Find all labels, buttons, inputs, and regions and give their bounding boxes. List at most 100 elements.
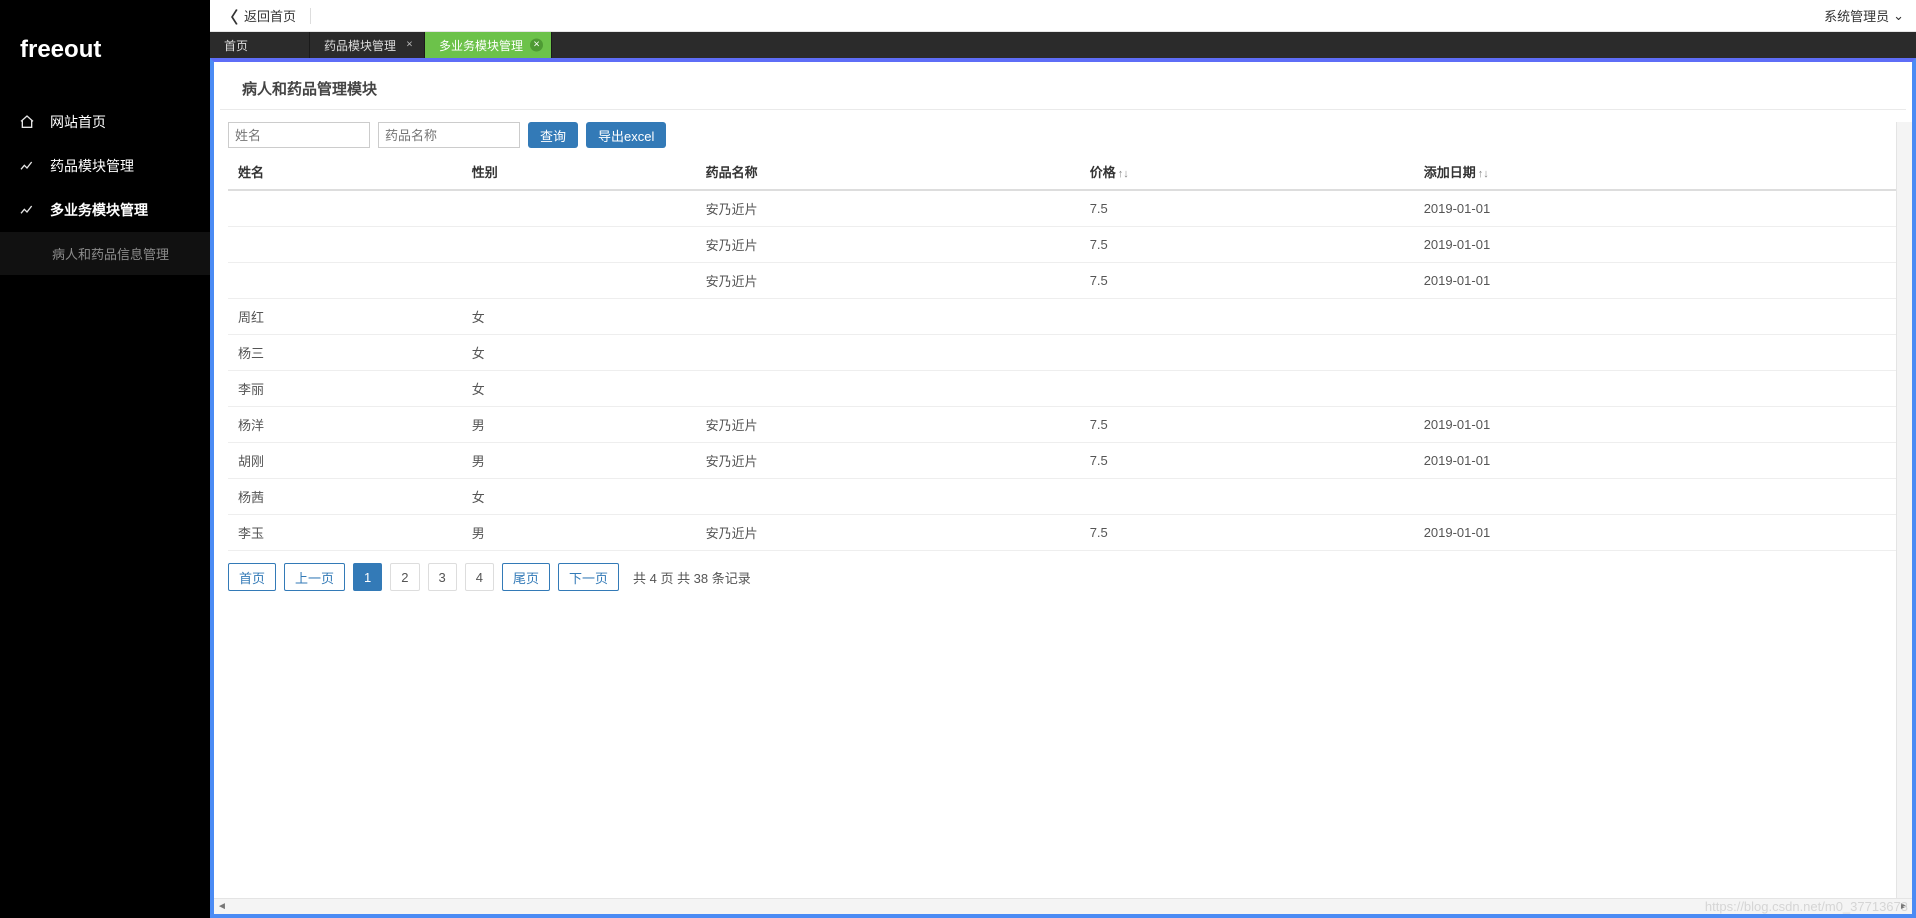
cell-name: 胡刚 <box>228 443 462 479</box>
close-icon[interactable]: × <box>403 39 416 52</box>
cell-drug: 安乃近片 <box>696 190 1080 227</box>
cell-gender: 女 <box>462 371 696 407</box>
tab-label: 首页 <box>224 37 248 54</box>
table-row[interactable]: 杨洋男安乃近片7.52019-01-01 <box>228 407 1898 443</box>
scroll-right-icon[interactable]: ► <box>1896 899 1912 915</box>
cell-name <box>228 227 462 263</box>
table-row[interactable]: 杨三女 <box>228 335 1898 371</box>
col-name: 姓名 <box>228 154 462 190</box>
chart-icon <box>18 157 36 175</box>
tab-home[interactable]: 首页 <box>210 32 310 58</box>
cell-date: 2019-01-01 <box>1414 263 1898 299</box>
cell-drug: 安乃近片 <box>696 227 1080 263</box>
cell-gender: 男 <box>462 443 696 479</box>
sidebar-item-multi[interactable]: 多业务模块管理 <box>0 188 210 232</box>
table-row[interactable]: 胡刚男安乃近片7.52019-01-01 <box>228 443 1898 479</box>
page-last-button[interactable]: 尾页 <box>502 563 550 591</box>
table-row[interactable]: 李丽女 <box>228 371 1898 407</box>
cell-date: 2019-01-01 <box>1414 227 1898 263</box>
table-row[interactable]: 周红女 <box>228 299 1898 335</box>
col-price[interactable]: 价格↑↓ <box>1080 154 1414 190</box>
filter-row: 查询 导出excel <box>228 122 1898 148</box>
cell-drug: 安乃近片 <box>696 515 1080 551</box>
cell-name <box>228 263 462 299</box>
page-next-button[interactable]: 下一页 <box>558 563 619 591</box>
sidebar-nav: 网站首页 药品模块管理 多业务模块管理 病人和药品信息管理 <box>0 100 210 275</box>
content-frame: 病人和药品管理模块 查询 导出excel 姓名 性别 药品名称 <box>210 58 1916 918</box>
divider <box>310 8 311 24</box>
sidebar-subitem-label: 病人和药品信息管理 <box>52 244 169 263</box>
export-excel-button[interactable]: 导出excel <box>586 122 666 148</box>
module-title: 病人和药品管理模块 <box>220 62 1906 110</box>
cell-name: 李丽 <box>228 371 462 407</box>
cell-date <box>1414 479 1898 515</box>
cell-price <box>1080 335 1414 371</box>
close-icon[interactable]: × <box>530 39 543 52</box>
scroll-left-icon[interactable]: ◄ <box>214 899 230 915</box>
cell-drug: 安乃近片 <box>696 443 1080 479</box>
drug-input[interactable] <box>378 122 520 148</box>
tab-drug[interactable]: 药品模块管理 × <box>310 32 425 58</box>
cell-gender: 男 <box>462 407 696 443</box>
horizontal-scrollbar[interactable]: ◄ ► <box>214 898 1912 914</box>
table-row[interactable]: 安乃近片7.52019-01-01 <box>228 227 1898 263</box>
sort-arrows-icon: ↑↓ <box>1478 168 1489 180</box>
main-area: 〈 返回首页 系统管理员 ⌄ 首页 药品模块管理 × 多业务模块管理 × 病人和… <box>210 0 1916 918</box>
page-number-2[interactable]: 2 <box>390 563 419 591</box>
cell-gender <box>462 190 696 227</box>
tab-multi[interactable]: 多业务模块管理 × <box>425 32 552 58</box>
cell-gender: 女 <box>462 299 696 335</box>
cell-name: 杨三 <box>228 335 462 371</box>
cell-date: 2019-01-01 <box>1414 190 1898 227</box>
chart-icon <box>18 201 36 219</box>
page-prev-button[interactable]: 上一页 <box>284 563 345 591</box>
cell-gender: 女 <box>462 335 696 371</box>
user-menu[interactable]: 系统管理员 ⌄ <box>1824 6 1904 25</box>
cell-date: 2019-01-01 <box>1414 407 1898 443</box>
name-input[interactable] <box>228 122 370 148</box>
cell-drug <box>696 299 1080 335</box>
scroll-track[interactable] <box>230 899 1896 914</box>
page-first-button[interactable]: 首页 <box>228 563 276 591</box>
cell-price <box>1080 371 1414 407</box>
page-summary: 共 4 页 共 38 条记录 <box>633 568 751 587</box>
tab-label: 多业务模块管理 <box>439 37 523 54</box>
cell-price: 7.5 <box>1080 190 1414 227</box>
page-number-3[interactable]: 3 <box>428 563 457 591</box>
home-icon <box>18 113 36 131</box>
chevron-left-icon[interactable]: 〈 <box>222 4 238 28</box>
cell-price: 7.5 <box>1080 443 1414 479</box>
table-header-row: 姓名 性别 药品名称 价格↑↓ 添加日期↑↓ <box>228 154 1898 190</box>
topbar-left: 〈 返回首页 <box>222 4 311 28</box>
sidebar-item-home[interactable]: 网站首页 <box>0 100 210 144</box>
cell-date <box>1414 299 1898 335</box>
vertical-scrollbar[interactable] <box>1896 122 1912 898</box>
page-number-4[interactable]: 4 <box>465 563 494 591</box>
tab-strip: 首页 药品模块管理 × 多业务模块管理 × <box>210 32 1916 58</box>
col-date-label: 添加日期 <box>1424 165 1476 180</box>
sidebar-item-label: 药品模块管理 <box>50 156 134 176</box>
sidebar-item-label: 网站首页 <box>50 112 106 132</box>
pagination: 首页 上一页 1234 尾页 下一页 共 4 页 共 38 条记录 <box>228 563 1898 591</box>
cell-drug <box>696 335 1080 371</box>
table-row[interactable]: 杨茜女 <box>228 479 1898 515</box>
topbar: 〈 返回首页 系统管理员 ⌄ <box>210 0 1916 32</box>
cell-gender <box>462 227 696 263</box>
tab-label: 药品模块管理 <box>324 37 396 54</box>
brand-logo: freeout <box>0 0 210 100</box>
sidebar-item-drug[interactable]: 药品模块管理 <box>0 144 210 188</box>
page-number-1[interactable]: 1 <box>353 563 382 591</box>
back-home-link[interactable]: 返回首页 <box>244 6 296 25</box>
sidebar-subitem-patient-drug[interactable]: 病人和药品信息管理 <box>0 232 210 275</box>
table-row[interactable]: 李玉男安乃近片7.52019-01-01 <box>228 515 1898 551</box>
col-date[interactable]: 添加日期↑↓ <box>1414 154 1898 190</box>
cell-drug: 安乃近片 <box>696 263 1080 299</box>
cell-price: 7.5 <box>1080 227 1414 263</box>
table-row[interactable]: 安乃近片7.52019-01-01 <box>228 190 1898 227</box>
cell-price: 7.5 <box>1080 263 1414 299</box>
sidebar: freeout 网站首页 药品模块管理 多业务模块管理 病人和药品信息管理 <box>0 0 210 918</box>
cell-gender: 女 <box>462 479 696 515</box>
cell-gender: 男 <box>462 515 696 551</box>
table-row[interactable]: 安乃近片7.52019-01-01 <box>228 263 1898 299</box>
query-button[interactable]: 查询 <box>528 122 578 148</box>
